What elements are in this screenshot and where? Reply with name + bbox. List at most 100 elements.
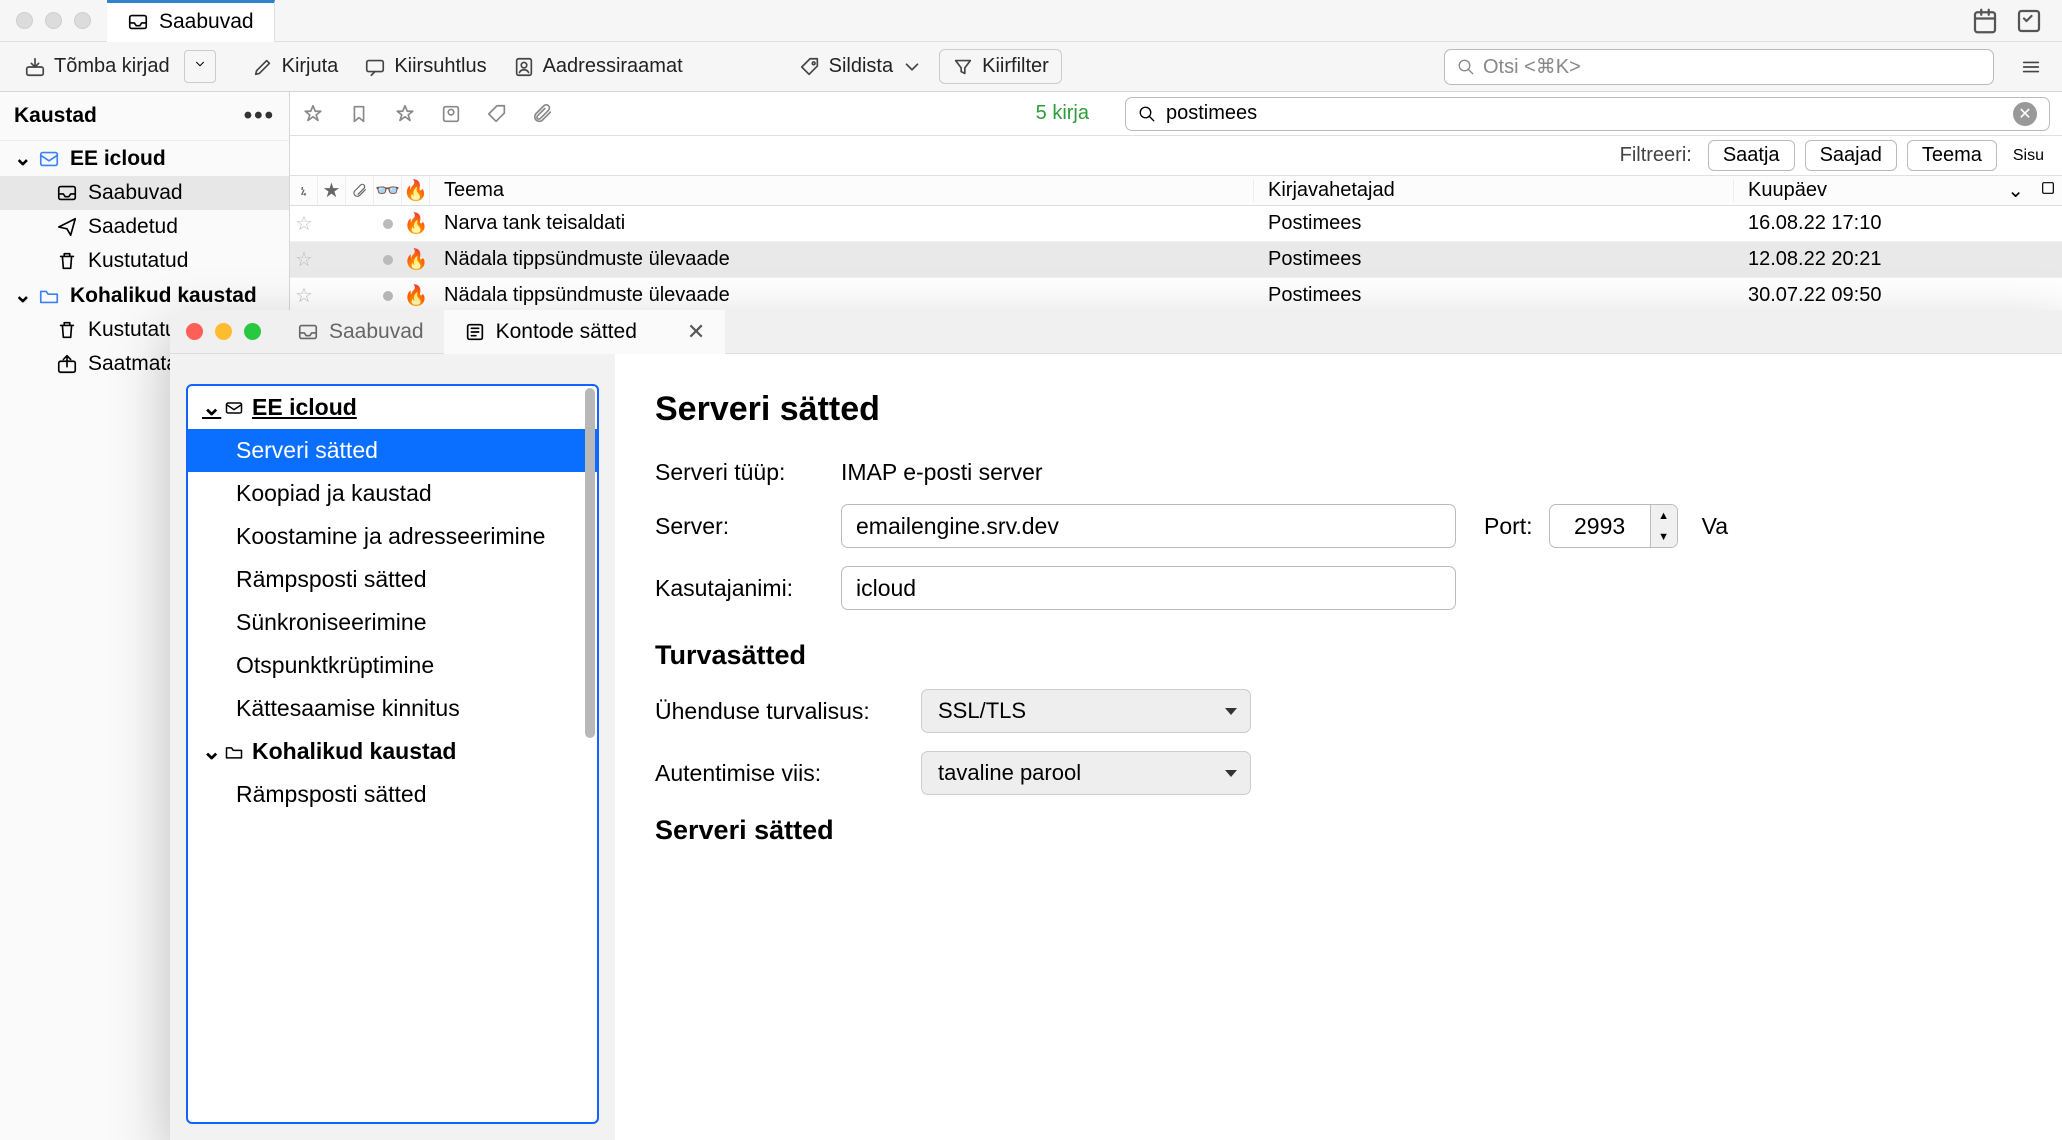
port-input[interactable] [1550, 505, 1650, 547]
tree-sync[interactable]: Sünkroniseerimine [188, 601, 597, 644]
star-icon[interactable] [394, 103, 416, 125]
filter-row: Filtreeri: Saatja Saajad Teema Sisu [290, 136, 2062, 176]
filter-content[interactable]: Sisu [2007, 144, 2050, 168]
chat-button[interactable]: Kiirsuhtlus [354, 49, 496, 84]
tasks-icon[interactable] [2014, 6, 2044, 36]
quick-filter-button[interactable]: Kiirfilter [939, 49, 1062, 84]
app-menu-button[interactable] [2014, 50, 2048, 84]
minimize-window-button[interactable] [45, 12, 62, 29]
close-tab-button[interactable]: ✕ [687, 319, 705, 345]
chevron-down-icon: ⌄ [202, 394, 216, 421]
zoom-window-button[interactable] [74, 12, 91, 29]
bookmark-icon[interactable] [348, 103, 370, 125]
default-port-label: Va [1702, 513, 1728, 540]
port-step-up[interactable]: ▲ [1651, 505, 1677, 526]
pencil-icon [252, 56, 274, 78]
folder-pane-menu[interactable]: ••• [244, 102, 275, 130]
compose-button[interactable]: Kirjuta [242, 49, 349, 84]
row-from: Postimees [1254, 284, 1734, 307]
settings-icon [464, 321, 486, 343]
clear-search-button[interactable]: ✕ [2013, 102, 2037, 126]
search-icon [1138, 105, 1156, 123]
get-mail-dropdown[interactable] [184, 50, 216, 83]
col-attach[interactable] [346, 176, 374, 205]
folder-inbox[interactable]: Saabuvad [0, 176, 289, 210]
star-toggle[interactable]: ☆ [290, 247, 318, 272]
calendar-icon[interactable] [1970, 6, 2000, 36]
contact-filter-icon[interactable] [440, 103, 462, 125]
port-stepper: ▲ ▼ [1549, 504, 1678, 548]
col-correspondents[interactable]: Kirjavahetajad [1254, 179, 1734, 202]
settings-tab-inbox[interactable]: Saabuvad [277, 310, 444, 354]
filter-subject[interactable]: Teema [1907, 140, 1997, 171]
flame-icon: 🔥 [402, 211, 430, 236]
message-row[interactable]: ☆🔥Nädala tippsündmuste ülevaadePostimees… [290, 278, 2062, 314]
connection-security-select[interactable]: SSL/TLS [921, 689, 1251, 733]
tree-return-receipts[interactable]: Kättesaamise kinnitus [188, 687, 597, 730]
settings-sidebar: ⌄ EE icloud Serveri sätted Koopiad ja ka… [170, 354, 615, 1140]
star-filter-icon[interactable] [302, 103, 324, 125]
account-ee-icloud[interactable]: ⌄ EE icloud [0, 141, 289, 176]
message-search-box[interactable]: ✕ [1125, 97, 2050, 131]
settings-close-button[interactable] [186, 323, 203, 340]
close-window-button[interactable] [16, 12, 33, 29]
folder-trash[interactable]: Kustutatud [0, 244, 289, 278]
username-input[interactable] [841, 566, 1456, 610]
settings-tab-accounts[interactable]: Kontode sätted ✕ [444, 310, 726, 354]
tree-e2e[interactable]: Otspunktkrüptimine [188, 644, 597, 687]
tree-account-ee-icloud[interactable]: ⌄ EE icloud [188, 386, 597, 429]
port-step-down[interactable]: ▼ [1651, 526, 1677, 547]
col-spam[interactable]: 🔥 [402, 176, 430, 205]
row-auth-method: Autentimise viis: tavaline parool [655, 751, 2030, 795]
tree-junk-settings[interactable]: Rämpsposti sätted [188, 558, 597, 601]
tree-account-local[interactable]: ⌄ Kohalikud kaustad [188, 730, 597, 773]
get-mail-button[interactable]: Tõmba kirjad [14, 49, 180, 84]
titlebar: Saabuvad [0, 0, 2062, 42]
settings-scrollbar[interactable] [585, 388, 595, 738]
col-star[interactable]: ★ [318, 176, 346, 205]
account-local-folders[interactable]: ⌄ Kohalikud kaustad [0, 278, 289, 313]
star-toggle[interactable]: ☆ [290, 211, 318, 236]
tree-local-junk[interactable]: Rämpsposti sätted [188, 773, 597, 816]
message-search-input[interactable] [1166, 102, 2003, 125]
tag-button[interactable]: Sildista [789, 49, 933, 84]
flame-icon: 🔥 [402, 247, 430, 272]
attachment-filter-icon[interactable] [532, 103, 554, 125]
tab-inbox[interactable]: Saabuvad [107, 0, 275, 42]
settings-zoom-button[interactable] [244, 323, 261, 340]
folder-sent[interactable]: Saadetud [0, 210, 289, 244]
message-row[interactable]: ☆🔥Nädala tippsündmuste ülevaadePostimees… [290, 242, 2062, 278]
settings-window: Saabuvad Kontode sätted ✕ ⌄ EE icloud Se… [170, 310, 2062, 1140]
message-row[interactable]: ☆🔥Narva tank teisaldatiPostimees16.08.22… [290, 206, 2062, 242]
chat-icon [364, 56, 386, 78]
settings-minimize-button[interactable] [215, 323, 232, 340]
row-date: 30.07.22 09:50 [1734, 284, 2034, 307]
read-dot [374, 284, 402, 307]
tree-composition[interactable]: Koostamine ja adresseerimine [188, 515, 597, 558]
server-input[interactable] [841, 504, 1456, 548]
chevron-down-icon: ⌄ [14, 146, 28, 171]
tag-filter-icon[interactable] [486, 103, 508, 125]
sort-caret-icon: ⌄ [2007, 178, 2024, 203]
address-book-button[interactable]: Aadressiraamat [503, 49, 693, 84]
col-read[interactable]: 👓 [374, 176, 402, 205]
tree-server-settings[interactable]: Serveri sätted [188, 429, 597, 472]
read-dot [374, 212, 402, 235]
filter-recipients[interactable]: Saajad [1805, 140, 1897, 171]
global-search-input[interactable]: Otsi <⌘K> [1444, 49, 1994, 85]
server-type-value: IMAP e-posti server [841, 459, 1043, 486]
tree-copies-folders[interactable]: Koopiad ja kaustad [188, 472, 597, 515]
chevron-down-icon [901, 56, 923, 78]
tab-title: Saabuvad [159, 10, 254, 34]
filter-icon [952, 56, 974, 78]
col-subject[interactable]: Teema [430, 179, 1254, 202]
inbox-icon [297, 321, 319, 343]
col-picker[interactable] [2034, 179, 2062, 202]
auth-method-select[interactable]: tavaline parool [921, 751, 1251, 795]
mail-icon [224, 398, 244, 418]
col-thread[interactable]: ኒ [290, 176, 318, 205]
filter-sender[interactable]: Saatja [1708, 140, 1795, 171]
col-date[interactable]: Kuupäev⌄ [1734, 178, 2034, 203]
star-toggle[interactable]: ☆ [290, 283, 318, 308]
row-server: Server: Port: ▲ ▼ Va [655, 504, 2030, 548]
